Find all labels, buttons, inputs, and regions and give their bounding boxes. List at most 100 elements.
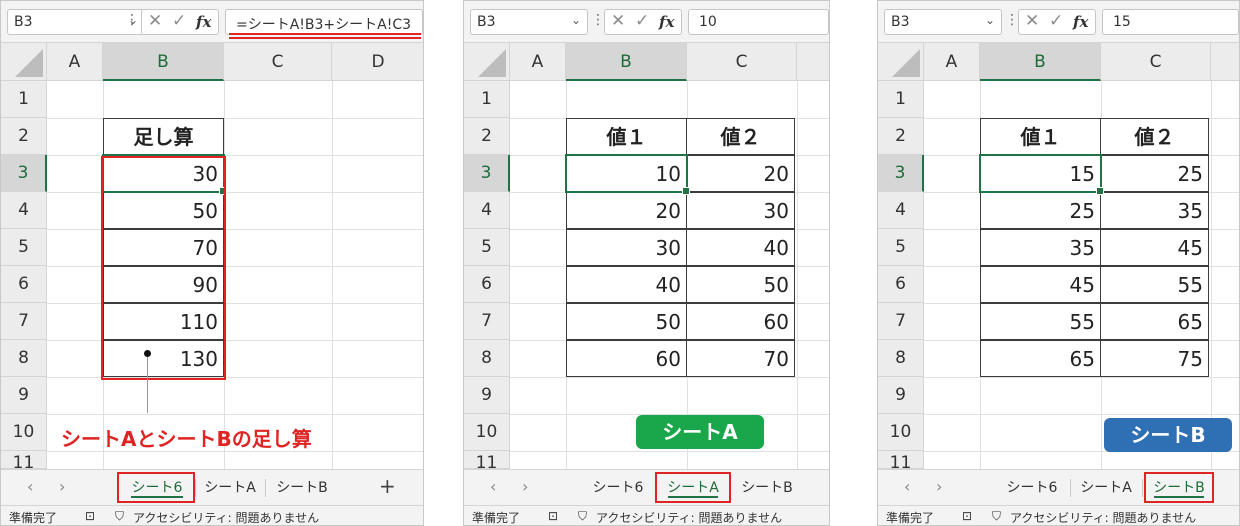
table-cell[interactable]: 30 (686, 192, 795, 229)
column-header-a[interactable]: A (47, 43, 103, 81)
macro-record-icon[interactable]: ⊡ (548, 509, 558, 523)
row-header[interactable]: 9 (1, 377, 47, 414)
column-header-c[interactable]: C (687, 43, 797, 81)
formula-input[interactable]: =シートA!B3+シートA!C3 (225, 9, 423, 35)
table-cell[interactable]: 50 (566, 303, 687, 340)
table-header-cell[interactable]: 値１ (566, 118, 687, 155)
row-header[interactable]: 4 (1, 192, 47, 229)
column-header-c[interactable]: C (1101, 43, 1211, 81)
row-header[interactable]: 4 (878, 192, 924, 229)
more-options-icon[interactable]: ⋮ (591, 12, 605, 28)
row-header[interactable]: 7 (878, 303, 924, 340)
table-header-cell[interactable]: 値１ (980, 118, 1101, 155)
table-cell[interactable]: 20 (566, 192, 687, 229)
table-cell[interactable]: 25 (980, 192, 1101, 229)
table-cell[interactable]: 35 (980, 229, 1101, 266)
row-header[interactable]: 5 (878, 229, 924, 266)
row-header[interactable]: 8 (878, 340, 924, 377)
row-header[interactable]: 8 (1, 340, 47, 377)
table-cell[interactable]: 70 (686, 340, 795, 377)
table-cell[interactable]: 55 (980, 303, 1101, 340)
table-cell[interactable]: 35 (1100, 192, 1209, 229)
enter-icon[interactable]: ✓ (635, 11, 649, 31)
accessibility-icon[interactable]: ⛉ (115, 509, 124, 524)
chevron-right-icon[interactable]: › (522, 477, 528, 496)
accessibility-status[interactable]: アクセシビリティ: 問題ありません (1010, 509, 1196, 525)
table-cell[interactable]: 40 (686, 229, 795, 266)
sheet-tab-sheeta[interactable]: シートA (1072, 473, 1140, 503)
row-header[interactable]: 10 (878, 414, 924, 451)
macro-record-icon[interactable]: ⊡ (962, 509, 972, 523)
table-header-cell[interactable]: 足し算 (103, 118, 224, 155)
table-cell[interactable]: 50 (686, 266, 795, 303)
row-header[interactable]: 3 (1, 155, 47, 192)
row-header[interactable]: 5 (464, 229, 510, 266)
macro-record-icon[interactable]: ⊡ (85, 509, 95, 523)
row-header[interactable]: 2 (878, 118, 924, 155)
table-cell[interactable]: 65 (980, 340, 1101, 377)
table-cell[interactable]: 55 (1100, 266, 1209, 303)
name-box[interactable]: B3 ⌄ (884, 9, 1002, 35)
row-header[interactable]: 6 (464, 266, 510, 303)
row-header[interactable]: 3 (878, 155, 924, 192)
table-header-cell[interactable]: 値２ (686, 118, 795, 155)
table-cell[interactable]: 60 (686, 303, 795, 340)
table-cell[interactable]: 15 (980, 155, 1101, 192)
cancel-icon[interactable]: ✕ (611, 11, 625, 31)
row-header[interactable]: 9 (878, 377, 924, 414)
accessibility-status[interactable]: アクセシビリティ: 問題ありません (133, 509, 319, 525)
select-all-button[interactable] (878, 43, 924, 81)
enter-icon[interactable]: ✓ (172, 11, 186, 31)
row-header[interactable]: 1 (464, 81, 510, 118)
row-header[interactable]: 3 (464, 155, 510, 192)
row-header[interactable]: 9 (464, 377, 510, 414)
chevron-left-icon[interactable]: ‹ (27, 477, 33, 496)
chevron-left-icon[interactable]: ‹ (490, 477, 496, 496)
sheet-tab-sheet6[interactable]: シート6 (582, 473, 654, 503)
chevron-right-icon[interactable]: › (936, 477, 942, 496)
row-header[interactable]: 5 (1, 229, 47, 266)
accessibility-status[interactable]: アクセシビリティ: 問題ありません (596, 509, 782, 525)
row-header[interactable]: 11 (464, 451, 510, 469)
row-header[interactable]: 8 (464, 340, 510, 377)
row-header[interactable]: 1 (878, 81, 924, 118)
table-cell[interactable]: 60 (566, 340, 687, 377)
row-header[interactable]: 2 (464, 118, 510, 155)
row-header[interactable]: 7 (464, 303, 510, 340)
insert-function-icon[interactable]: fx (659, 13, 674, 31)
row-header[interactable]: 10 (1, 414, 47, 451)
formula-input[interactable]: 15 (1102, 9, 1239, 35)
sheet-tab-sheetb[interactable]: シートB (732, 473, 802, 503)
accessibility-icon[interactable]: ⛉ (992, 509, 1001, 524)
insert-function-icon[interactable]: fx (1073, 13, 1088, 31)
accessibility-icon[interactable]: ⛉ (578, 509, 587, 524)
add-sheet-icon[interactable]: + (379, 474, 396, 498)
chevron-right-icon[interactable]: › (59, 477, 65, 496)
column-header-d[interactable]: D (332, 43, 423, 81)
formula-input[interactable]: 10 (688, 9, 829, 35)
table-cell[interactable]: 40 (566, 266, 687, 303)
chevron-down-icon[interactable]: ⌄ (985, 13, 995, 27)
column-header-a[interactable]: A (510, 43, 566, 81)
row-header[interactable]: 6 (1, 266, 47, 303)
more-options-icon[interactable]: ⋮ (1005, 12, 1019, 28)
row-header[interactable]: 1 (1, 81, 47, 118)
column-header-d[interactable] (797, 43, 829, 81)
table-cell[interactable]: 45 (980, 266, 1101, 303)
table-cell[interactable]: 10 (566, 155, 687, 192)
row-header[interactable]: 6 (878, 266, 924, 303)
sheet-tab-sheetb[interactable]: シートB (267, 473, 337, 503)
sheet-tab-sheet6[interactable]: シート6 (996, 473, 1068, 503)
table-cell[interactable]: 30 (566, 229, 687, 266)
select-all-button[interactable] (464, 43, 510, 81)
table-cell[interactable]: 65 (1100, 303, 1209, 340)
table-cell[interactable]: 25 (1100, 155, 1209, 192)
table-cell[interactable]: 20 (686, 155, 795, 192)
cancel-icon[interactable]: ✕ (1025, 11, 1039, 31)
column-header-c[interactable]: C (224, 43, 332, 81)
column-header-b[interactable]: B (103, 43, 224, 81)
more-options-icon[interactable]: ⋮ (125, 12, 139, 28)
row-header[interactable]: 11 (878, 451, 924, 469)
select-all-button[interactable] (1, 43, 47, 81)
table-header-cell[interactable]: 値２ (1100, 118, 1209, 155)
